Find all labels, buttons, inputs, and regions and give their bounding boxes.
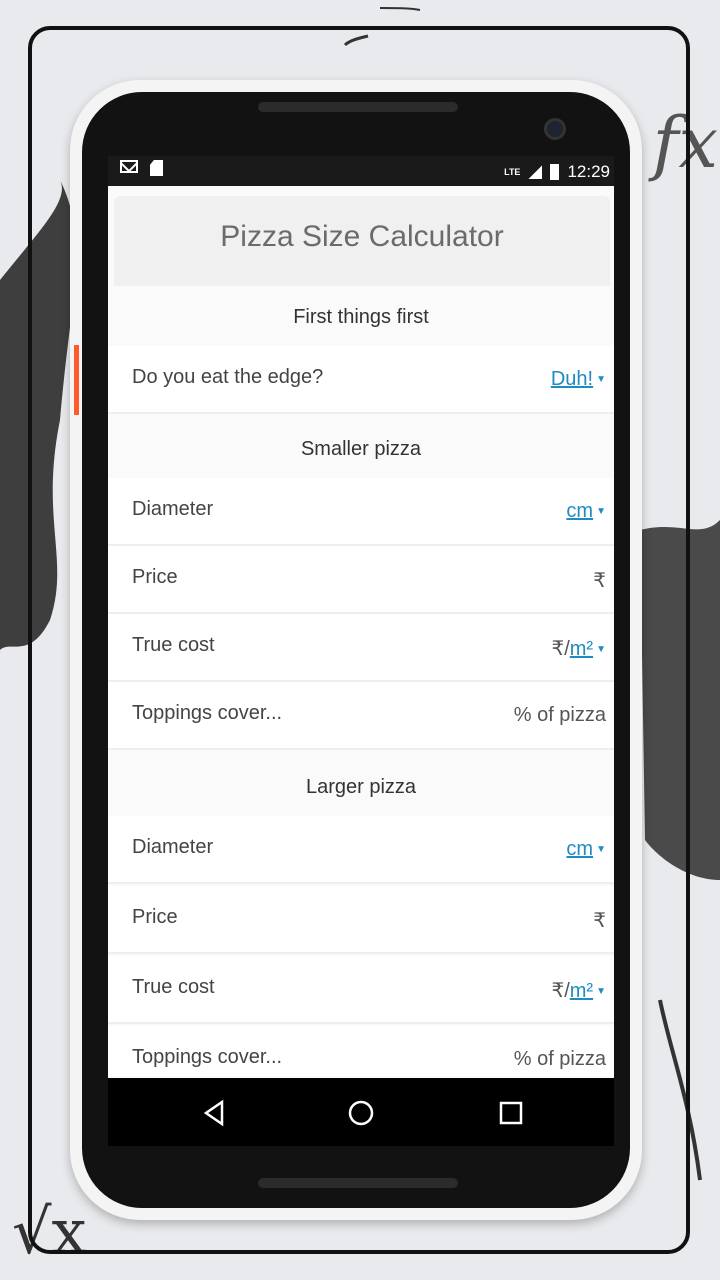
lte-label: LTE — [504, 167, 521, 177]
phone-side-button — [74, 345, 79, 415]
app-header: Pizza Size Calculator — [114, 196, 610, 286]
clock: 12:29 — [567, 162, 610, 181]
eat-edge-label: Do you eat the edge? — [132, 366, 324, 388]
mail-icon — [120, 160, 138, 173]
toppings-label: Toppings cover... — [132, 702, 283, 724]
section-title-first: First things first — [293, 306, 429, 328]
battery-icon — [550, 164, 560, 180]
toppings-label: Toppings cover... — [132, 1046, 283, 1068]
chevron-down-icon: ▼ — [596, 644, 606, 656]
back-triangle-icon — [203, 1099, 224, 1127]
recent-apps-button[interactable] — [496, 1098, 526, 1128]
chevron-down-icon: ▼ — [596, 506, 606, 518]
smaller-diameter-row[interactable]: Diameter cm ▼ — [108, 478, 614, 546]
home-button[interactable] — [346, 1098, 376, 1128]
smaller-price-row[interactable]: Price ₹ — [108, 546, 614, 614]
smaller-true-cost-unit-dropdown[interactable]: ₹/m² ▼ — [551, 636, 606, 661]
app-title: Pizza Size Calculator — [220, 220, 504, 253]
navigation-bar — [108, 1078, 614, 1146]
app-content: Pizza Size Calculator First things first… — [108, 194, 614, 1076]
eat-edge-dropdown[interactable]: Duh! ▼ — [551, 368, 606, 391]
larger-toppings-row[interactable]: Toppings cover... % of pizza — [108, 1026, 614, 1076]
smaller-diameter-unit-dropdown[interactable]: cm ▼ — [566, 500, 606, 523]
larger-price-row[interactable]: Price ₹ — [108, 886, 614, 954]
home-circle-icon — [348, 1100, 374, 1126]
diameter-label: Diameter — [132, 498, 214, 520]
section-title-smaller: Smaller pizza — [300, 438, 422, 460]
phone-screen: LTE 12:29 Pizza Size Calculator First th… — [108, 156, 614, 1146]
currency-unit: ₹ — [593, 910, 606, 932]
larger-true-cost-row[interactable]: True cost ₹/m² ▼ — [108, 956, 614, 1024]
larger-true-cost-unit-dropdown[interactable]: ₹/m² ▼ — [551, 978, 606, 1003]
bottom-speaker — [258, 1178, 458, 1188]
smaller-toppings-row[interactable]: Toppings cover... % of pizza — [108, 682, 614, 750]
status-bar: LTE 12:29 — [108, 156, 614, 186]
eat-edge-row[interactable]: Do you eat the edge? Duh! ▼ — [108, 346, 614, 414]
true-cost-label: True cost — [132, 634, 215, 656]
section-title-larger: Larger pizza — [305, 776, 417, 798]
diameter-label: Diameter — [132, 836, 214, 858]
chevron-down-icon: ▼ — [596, 986, 606, 998]
toppings-unit: % of pizza — [513, 1048, 606, 1070]
smaller-true-cost-row[interactable]: True cost ₹/m² ▼ — [108, 614, 614, 682]
recent-square-icon — [499, 1101, 523, 1125]
sd-card-icon — [150, 160, 163, 176]
currency-unit: ₹ — [593, 570, 606, 592]
price-label: Price — [132, 906, 178, 928]
signal-icon — [528, 165, 543, 179]
price-label: Price — [132, 566, 178, 588]
true-cost-label: True cost — [132, 976, 215, 998]
larger-diameter-unit-dropdown[interactable]: cm ▼ — [566, 838, 606, 861]
top-speaker — [258, 102, 458, 112]
larger-diameter-row[interactable]: Diameter cm ▼ — [108, 816, 614, 884]
chevron-down-icon: ▼ — [596, 374, 606, 386]
toppings-unit: % of pizza — [513, 704, 606, 726]
chevron-down-icon: ▼ — [596, 844, 606, 856]
front-camera — [544, 118, 566, 140]
back-button[interactable] — [200, 1098, 230, 1128]
